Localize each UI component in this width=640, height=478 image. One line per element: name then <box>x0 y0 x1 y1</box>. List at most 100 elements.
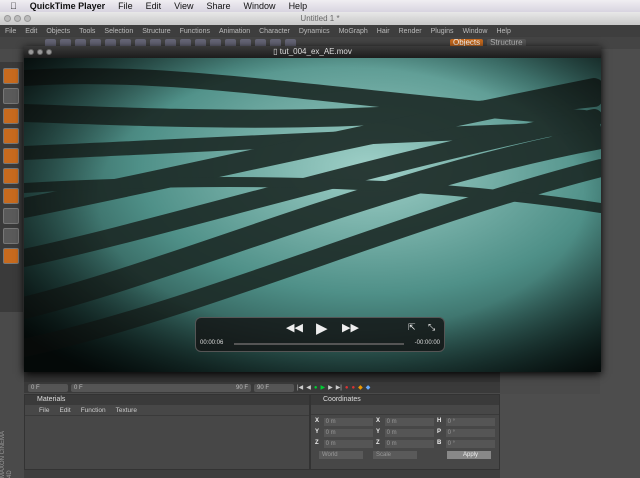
uv-mode-icon[interactable] <box>3 188 19 204</box>
menu-edit[interactable]: Edit <box>146 1 162 11</box>
rewind-icon[interactable]: ◀◀ <box>286 321 303 334</box>
close-button[interactable] <box>4 15 11 22</box>
materials-title: Materials <box>25 395 309 405</box>
label: Z <box>376 440 380 446</box>
size-y-field[interactable]: 0 m <box>384 429 434 437</box>
qt-minimize-button[interactable] <box>37 49 43 55</box>
mac-menubar:  QuickTime Player File Edit View Share … <box>0 0 640 12</box>
menu-view[interactable]: View <box>174 1 193 11</box>
goto-end-icon[interactable]: ▶| <box>336 384 342 391</box>
menu-app[interactable]: QuickTime Player <box>30 1 105 11</box>
share-icon[interactable]: ⇱ <box>408 322 416 333</box>
c4d-menu-edit[interactable]: Edit <box>25 28 37 35</box>
record-icon[interactable]: ● <box>345 385 349 391</box>
c4d-menu-functions[interactable]: Functions <box>180 28 210 35</box>
points-mode-icon[interactable] <box>3 128 19 144</box>
snap-icon[interactable] <box>3 228 19 244</box>
c4d-menu-dynamics[interactable]: Dynamics <box>299 28 330 35</box>
next-frame-icon[interactable]: ▶ <box>328 384 333 391</box>
start-frame-field[interactable]: 0 F <box>28 383 68 392</box>
fast-forward-icon[interactable]: ▶▶ <box>342 321 359 334</box>
coord-row-x: X0 mX0 mH0 ° <box>315 418 495 426</box>
menu-window[interactable]: Window <box>244 1 276 11</box>
coord-row-y: Y0 mY0 mP0 ° <box>315 429 495 437</box>
c4d-menu-selection[interactable]: Selection <box>104 28 133 35</box>
c4d-menu-character[interactable]: Character <box>259 28 290 35</box>
range-slider[interactable]: 0 F 90 F <box>71 383 251 392</box>
size-x-field[interactable]: 0 m <box>384 418 434 426</box>
minimize-button[interactable] <box>14 15 21 22</box>
texture-mode-icon[interactable] <box>3 88 19 104</box>
edges-mode-icon[interactable] <box>3 148 19 164</box>
label: X <box>315 418 320 424</box>
label: Y <box>315 429 320 435</box>
c4d-menu-window[interactable]: Window <box>463 28 488 35</box>
play-backward-icon[interactable]: ● <box>314 385 318 391</box>
c4d-menu-file[interactable]: File <box>5 28 16 35</box>
c4d-menu-plugins[interactable]: Plugins <box>431 28 454 35</box>
materials-menu-function[interactable]: Function <box>81 407 106 414</box>
end-frame-field[interactable]: 90 F <box>254 383 294 392</box>
label: Y <box>376 429 381 435</box>
qt-zoom-button[interactable] <box>46 49 52 55</box>
model-mode-icon[interactable] <box>3 68 19 84</box>
scale-dropdown[interactable]: Scale <box>373 451 417 459</box>
menu-file[interactable]: File <box>118 1 133 11</box>
apply-button[interactable]: Apply <box>447 451 491 459</box>
size-z-field[interactable]: 0 m <box>384 440 434 448</box>
materials-menu-edit[interactable]: Edit <box>59 407 70 414</box>
c4d-menu-objects[interactable]: Objects <box>46 28 70 35</box>
position-z-field[interactable]: 0 m <box>323 440 373 448</box>
goto-start-icon[interactable]: |◀ <box>297 384 303 391</box>
position-y-field[interactable]: 0 m <box>323 429 373 437</box>
attributes-panel <box>500 394 640 478</box>
label: H <box>437 418 442 424</box>
c4d-menu-structure[interactable]: Structure <box>142 28 170 35</box>
keyframe-icon[interactable]: ◆ <box>358 384 363 391</box>
apple-icon[interactable]:  <box>10 1 17 11</box>
c4d-menu-help[interactable]: Help <box>496 28 510 35</box>
label: Z <box>315 440 319 446</box>
checker-icon[interactable] <box>3 208 19 224</box>
qt-close-button[interactable] <box>28 49 34 55</box>
label: B <box>437 440 442 446</box>
quicktime-titlebar[interactable]: ▯ tut_004_ex_AE.mov <box>24 46 601 58</box>
world-dropdown[interactable]: World <box>319 451 363 459</box>
status-bar <box>24 470 500 478</box>
c4d-menu-render[interactable]: Render <box>399 28 422 35</box>
polygons-mode-icon[interactable] <box>3 168 19 184</box>
maxon-logo: MAXON CINEMA 4D <box>0 431 13 478</box>
workplane-icon[interactable] <box>3 248 19 264</box>
zoom-button[interactable] <box>24 15 31 22</box>
materials-menu-file[interactable]: File <box>39 407 49 414</box>
menu-help[interactable]: Help <box>289 1 308 11</box>
play-button[interactable]: ▶ <box>316 319 328 337</box>
keyframe-settings-icon[interactable]: ◆ <box>366 384 371 391</box>
c4d-menu-tools[interactable]: Tools <box>79 28 95 35</box>
autokey-icon[interactable]: ● <box>352 385 356 391</box>
materials-menu-texture[interactable]: Texture <box>116 407 137 414</box>
scrubber-bar[interactable] <box>234 343 404 345</box>
fullscreen-icon[interactable]: ⤡ <box>428 322 435 333</box>
play-icon[interactable]: ▶ <box>320 384 325 391</box>
position-x-field[interactable]: 0 m <box>323 418 373 426</box>
rotation-p-field[interactable]: 0 ° <box>445 429 495 437</box>
c4d-menu-animation[interactable]: Animation <box>219 28 250 35</box>
menu-share[interactable]: Share <box>207 1 231 11</box>
range-end: 90 F <box>235 384 248 391</box>
c4d-menubar: File Edit Objects Tools Selection Structure Fu… <box>0 25 640 37</box>
current-time: 00:00:06 <box>200 340 224 346</box>
c4d-menu-mograph[interactable]: MoGraph <box>339 28 368 35</box>
coordinates-title: Coordinates <box>311 395 499 405</box>
timeline-controls: 0 F 0 F 90 F 90 F |◀ ◀ ● ▶ ▶ ▶| ● ● ◆ ◆ <box>24 382 500 393</box>
c4d-right-panel <box>600 49 640 394</box>
prev-frame-icon[interactable]: ◀ <box>306 384 311 391</box>
coordinates-panel: Coordinates X0 mX0 mH0 ° Y0 mY0 mP0 ° Z0… <box>310 394 500 470</box>
axis-mode-icon[interactable] <box>3 108 19 124</box>
playback-controls: ◀◀ ▶ ▶▶ ⇱ ⤡ 00:00:06 -00:00:00 <box>195 317 445 352</box>
rotation-b-field[interactable]: 0 ° <box>445 440 495 448</box>
video-frame[interactable]: ◀◀ ▶ ▶▶ ⇱ ⤡ 00:00:06 -00:00:00 <box>24 58 601 372</box>
c4d-menu-hair[interactable]: Hair <box>377 28 390 35</box>
label: P <box>437 429 442 435</box>
rotation-h-field[interactable]: 0 ° <box>445 418 495 426</box>
